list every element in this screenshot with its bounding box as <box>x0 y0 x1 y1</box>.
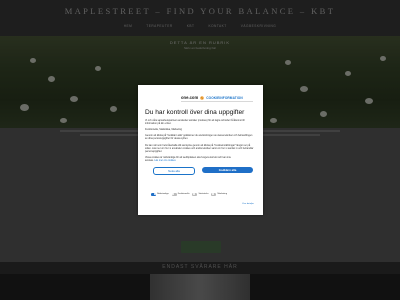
cookie-brand: one.com COOKIEINFORMATION <box>181 95 243 100</box>
cookie-consent-dialog: one.com COOKIEINFORMATION Du har kontrol… <box>138 85 263 215</box>
accept-all-button[interactable]: Godkänn alla <box>202 167 253 173</box>
cookie-paragraph-1: Genom att klicka på "Godkänn alla" godkä… <box>145 134 253 140</box>
cookie-icon <box>200 95 204 100</box>
read-more-link[interactable]: Läs mer om cookies <box>154 159 175 162</box>
toggle-marketing[interactable] <box>211 193 217 196</box>
cookie-paragraph-3: Vissa cookies är nödvändiga för att webb… <box>145 156 231 162</box>
cookie-purposes: Funktionella, Statistiska, Marketing <box>145 128 182 131</box>
cookie-intro: Vi och våra samarbetspartners använder t… <box>145 119 245 125</box>
pref-necessary: Nödvändiga <box>151 193 169 196</box>
toggle-statistical[interactable] <box>192 193 198 196</box>
toggle-necessary[interactable] <box>151 193 156 196</box>
deny-all-button[interactable]: Neka alla <box>153 167 195 175</box>
cookieinformation-logo: COOKIEINFORMATION <box>200 96 243 100</box>
onecom-logo: one.com <box>181 95 199 100</box>
cookie-dialog-title: Du har kontroll över dina uppgifter <box>145 109 245 116</box>
show-details-link[interactable]: Visa detaljer <box>242 203 254 205</box>
pref-marketing: Marketing <box>211 193 227 196</box>
pref-functional: Funktionella <box>171 193 189 196</box>
brand-divider <box>181 101 253 102</box>
cookie-paragraph-2: Du kan när som helst återkalla ditt samt… <box>145 144 254 153</box>
cookie-preferences: Nödvändiga Funktionella Statistiska Mark… <box>151 193 227 196</box>
pref-statistical: Statistiska <box>192 193 208 196</box>
toggle-functional[interactable] <box>171 193 177 196</box>
